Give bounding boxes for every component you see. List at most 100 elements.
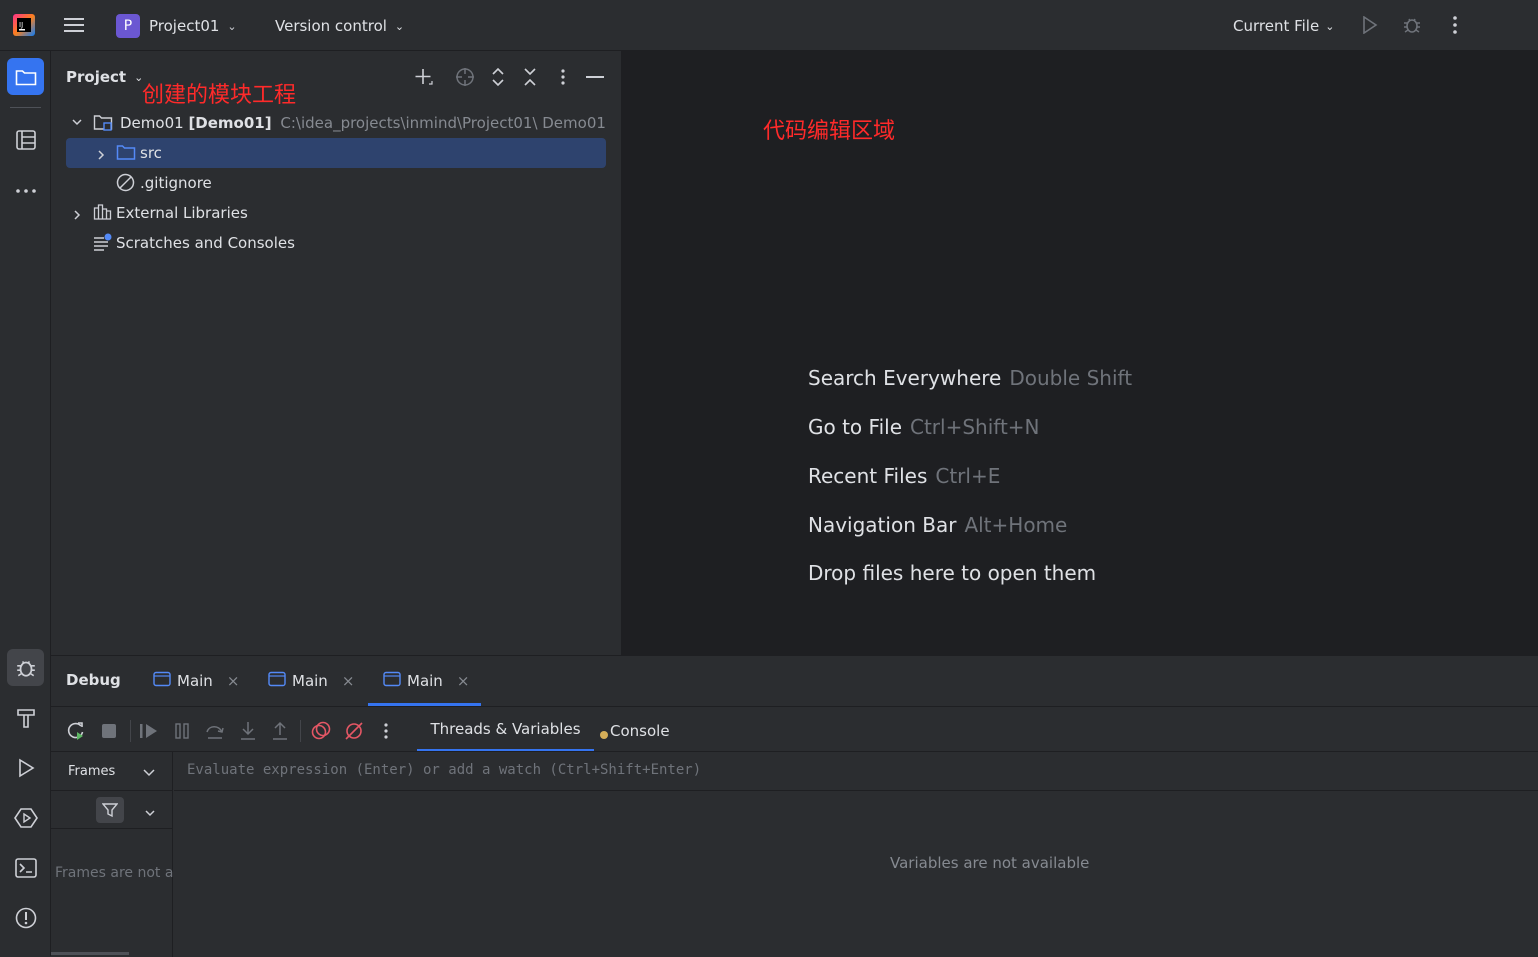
run-icon[interactable] bbox=[1358, 13, 1382, 37]
rerun-icon[interactable] bbox=[63, 718, 89, 744]
tree-item-scratches[interactable]: Scratches and Consoles bbox=[66, 228, 606, 258]
main-menu-icon[interactable] bbox=[62, 13, 86, 37]
expand-all-icon[interactable] bbox=[486, 65, 510, 89]
chevron-right-icon[interactable] bbox=[95, 147, 107, 165]
debug-icon[interactable] bbox=[1400, 13, 1424, 37]
eval-expression-input[interactable]: Evaluate expression (Enter) or add a wat… bbox=[187, 762, 701, 778]
hint-recent-files: Recent Files Ctrl+E bbox=[808, 464, 1001, 488]
debug-tool-icon[interactable] bbox=[7, 649, 44, 686]
debug-title: Debug bbox=[66, 671, 121, 689]
close-icon[interactable]: × bbox=[342, 672, 355, 690]
window-icon bbox=[153, 671, 171, 691]
left-tool-bar bbox=[0, 51, 51, 956]
step-out-icon[interactable] bbox=[267, 718, 293, 744]
step-over-icon[interactable] bbox=[202, 718, 228, 744]
project-view-selector[interactable]: Project ⌄ bbox=[66, 65, 143, 89]
structure-tool-icon[interactable] bbox=[12, 126, 39, 153]
project-switcher[interactable]: P Project01 ⌄ bbox=[116, 12, 237, 40]
chevron-down-icon[interactable] bbox=[142, 764, 156, 783]
chevron-down-icon: ⌄ bbox=[227, 19, 237, 33]
chevron-right-icon[interactable] bbox=[71, 207, 83, 225]
scratches-icon bbox=[93, 233, 113, 255]
toolbar-separator bbox=[130, 720, 131, 742]
filter-icon[interactable] bbox=[96, 797, 124, 823]
debug-tab-main-1[interactable]: Main × bbox=[153, 666, 239, 696]
source-folder-icon bbox=[116, 143, 136, 165]
tab-label: Main bbox=[177, 672, 213, 690]
hint-go-to-file: Go to File Ctrl+Shift+N bbox=[808, 415, 1040, 439]
frames-panel: Frames Frames are not a bbox=[51, 752, 173, 957]
project-panel: Project ⌄ 创建的模块工程 Demo01 [Demo01] C:\ide… bbox=[51, 51, 622, 655]
toolbar-separator bbox=[300, 720, 301, 742]
app-logo-icon[interactable]: IJ bbox=[12, 13, 36, 37]
editor-annotation: 代码编辑区域 bbox=[763, 119, 896, 144]
svg-text:IJ: IJ bbox=[19, 21, 23, 29]
tree-item-external-libraries[interactable]: External Libraries bbox=[66, 198, 606, 228]
console-warning-icon bbox=[600, 730, 608, 739]
tab-label: Main bbox=[407, 672, 443, 690]
frames-scrollbar[interactable] bbox=[51, 952, 129, 955]
more-vertical-icon[interactable] bbox=[1443, 13, 1467, 37]
project-tool-icon[interactable] bbox=[7, 58, 44, 95]
stop-icon[interactable] bbox=[96, 718, 122, 744]
subtab-label: Threads & Variables bbox=[430, 720, 581, 738]
close-icon[interactable]: × bbox=[227, 672, 240, 690]
terminal-tool-icon[interactable] bbox=[12, 854, 39, 881]
services-tool-icon[interactable] bbox=[12, 804, 39, 831]
hint-search-everywhere: Search Everywhere Double Shift bbox=[808, 366, 1133, 390]
separator bbox=[10, 107, 41, 108]
chevron-down-icon[interactable] bbox=[71, 114, 83, 132]
more-vertical-icon[interactable] bbox=[373, 718, 399, 744]
editor-area[interactable]: 代码编辑区域 Search Everywhere Double Shift Go … bbox=[622, 51, 1538, 655]
hint-navigation-bar: Navigation Bar Alt+Home bbox=[808, 513, 1068, 537]
debug-panel: Debug Main × Main × Main × Threads & Var… bbox=[51, 655, 1538, 957]
tree-item-demo01[interactable]: Demo01 [Demo01] C:\idea_projects\inmind\… bbox=[66, 108, 606, 138]
debug-tab-main-3[interactable]: Main × bbox=[383, 666, 469, 696]
step-into-icon[interactable] bbox=[235, 718, 261, 744]
subtab-console[interactable]: Console bbox=[600, 709, 670, 752]
title-bar: IJ P Project01 ⌄ Version control ⌄ Curre… bbox=[0, 0, 1538, 51]
module-folder-icon bbox=[93, 113, 113, 135]
module-annotation: 创建的模块工程 bbox=[142, 83, 297, 108]
tree-label: src bbox=[140, 144, 162, 162]
variables-empty-text: Variables are not available bbox=[890, 854, 1090, 872]
more-tools-icon[interactable] bbox=[12, 177, 39, 204]
add-icon[interactable] bbox=[412, 65, 436, 89]
frames-header[interactable]: Frames bbox=[51, 752, 173, 790]
frames-filter-bar bbox=[51, 790, 173, 829]
debug-tab-main-2[interactable]: Main × bbox=[268, 666, 354, 696]
tabs-divider bbox=[51, 706, 1538, 707]
subtab-threads-variables[interactable]: Threads & Variables bbox=[417, 709, 594, 752]
chevron-down-icon: ⌄ bbox=[394, 19, 405, 33]
close-icon[interactable]: × bbox=[457, 672, 470, 690]
chevron-down-icon[interactable] bbox=[144, 804, 156, 823]
collapse-all-icon[interactable] bbox=[518, 65, 542, 89]
vcs-menu[interactable]: Version control ⌄ bbox=[275, 12, 404, 40]
library-icon bbox=[93, 203, 113, 225]
project-name: Project01 bbox=[149, 17, 220, 35]
window-icon bbox=[268, 671, 286, 691]
resume-icon[interactable] bbox=[136, 718, 162, 744]
frames-empty-text: Frames are not a bbox=[55, 865, 173, 881]
tree-label: External Libraries bbox=[116, 204, 248, 222]
mute-breakpoints-icon[interactable] bbox=[341, 718, 367, 744]
build-tool-icon[interactable] bbox=[12, 704, 39, 731]
run-config-selector[interactable]: Current File ⌄ bbox=[1233, 12, 1334, 40]
tree-item-gitignore[interactable]: .gitignore bbox=[66, 168, 606, 198]
hide-panel-icon[interactable] bbox=[583, 65, 607, 89]
module-path: C:\idea_projects\inmind\Project01\ Demo0… bbox=[280, 114, 606, 132]
pause-icon[interactable] bbox=[169, 718, 195, 744]
window-icon bbox=[383, 671, 401, 691]
frames-label: Frames bbox=[68, 764, 116, 779]
project-badge: P bbox=[116, 14, 140, 38]
project-panel-title: Project bbox=[66, 68, 127, 86]
view-breakpoints-icon[interactable] bbox=[308, 718, 334, 744]
chevron-down-icon: ⌄ bbox=[1325, 19, 1335, 33]
tree-item-src[interactable]: src bbox=[66, 138, 606, 168]
module-name: Demo01 bbox=[120, 114, 184, 132]
problems-tool-icon[interactable] bbox=[12, 904, 39, 931]
eval-expression-bar[interactable]: Evaluate expression (Enter) or add a wat… bbox=[174, 752, 1538, 791]
run-tool-icon[interactable] bbox=[12, 754, 39, 781]
options-icon[interactable] bbox=[551, 65, 575, 89]
locate-icon[interactable] bbox=[453, 65, 477, 89]
